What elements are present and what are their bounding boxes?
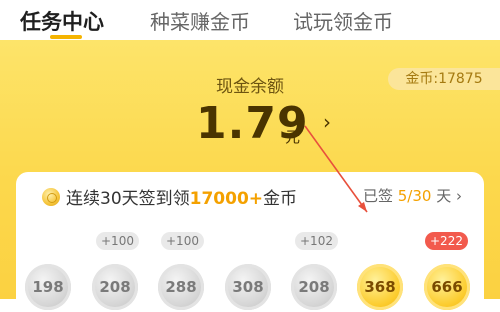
cash-unit: 元 <box>285 128 301 146</box>
gold-coin-icon <box>42 188 60 206</box>
checkin-day-4-coin[interactable]: 308 <box>225 264 271 310</box>
checkin-title: 连续30天签到领17000+金币 <box>66 184 297 209</box>
checkin-day-7-coin[interactable]: 666 <box>424 264 470 310</box>
checkin-day-3-coin[interactable]: 288 <box>158 264 204 310</box>
cash-balance-label: 现金余额 <box>216 77 284 97</box>
day-5-bonus-tag: +102 <box>295 232 338 250</box>
chevron-right-icon[interactable]: › <box>323 110 331 134</box>
checkin-day-1-coin[interactable]: 198 <box>25 264 71 310</box>
checkin-day-6-coin[interactable]: 368 <box>357 264 403 310</box>
tab-task-center[interactable]: 任务中心 <box>20 6 104 36</box>
top-tab-bar: 任务中心 种菜赚金币 试玩领金币 <box>0 0 500 40</box>
checkin-status-prefix: 已签 <box>362 187 393 205</box>
day-2-bonus-tag: +100 <box>96 232 139 250</box>
day-7-bonus-tag: +222 <box>425 232 468 250</box>
checkin-day-2-coin[interactable]: 208 <box>92 264 138 310</box>
checkin-status-suffix: 天 › <box>436 187 462 205</box>
tab-grow-vegetables[interactable]: 种菜赚金币 <box>150 6 250 35</box>
day-3-bonus-tag: +100 <box>161 232 204 250</box>
checkin-status-link[interactable]: 已签 5/30 天 › <box>363 185 462 206</box>
checkin-title-suffix: 金币 <box>263 189 298 209</box>
active-tab-indicator <box>50 35 82 39</box>
checkin-status-value: 5/30 <box>397 187 432 205</box>
checkin-title-highlight: 17000+ <box>189 189 264 209</box>
tab-trial-play[interactable]: 试玩领金币 <box>293 6 393 35</box>
checkin-day-5-coin[interactable]: 208 <box>291 264 337 310</box>
checkin-title-prefix: 连续30天签到领 <box>66 189 190 209</box>
